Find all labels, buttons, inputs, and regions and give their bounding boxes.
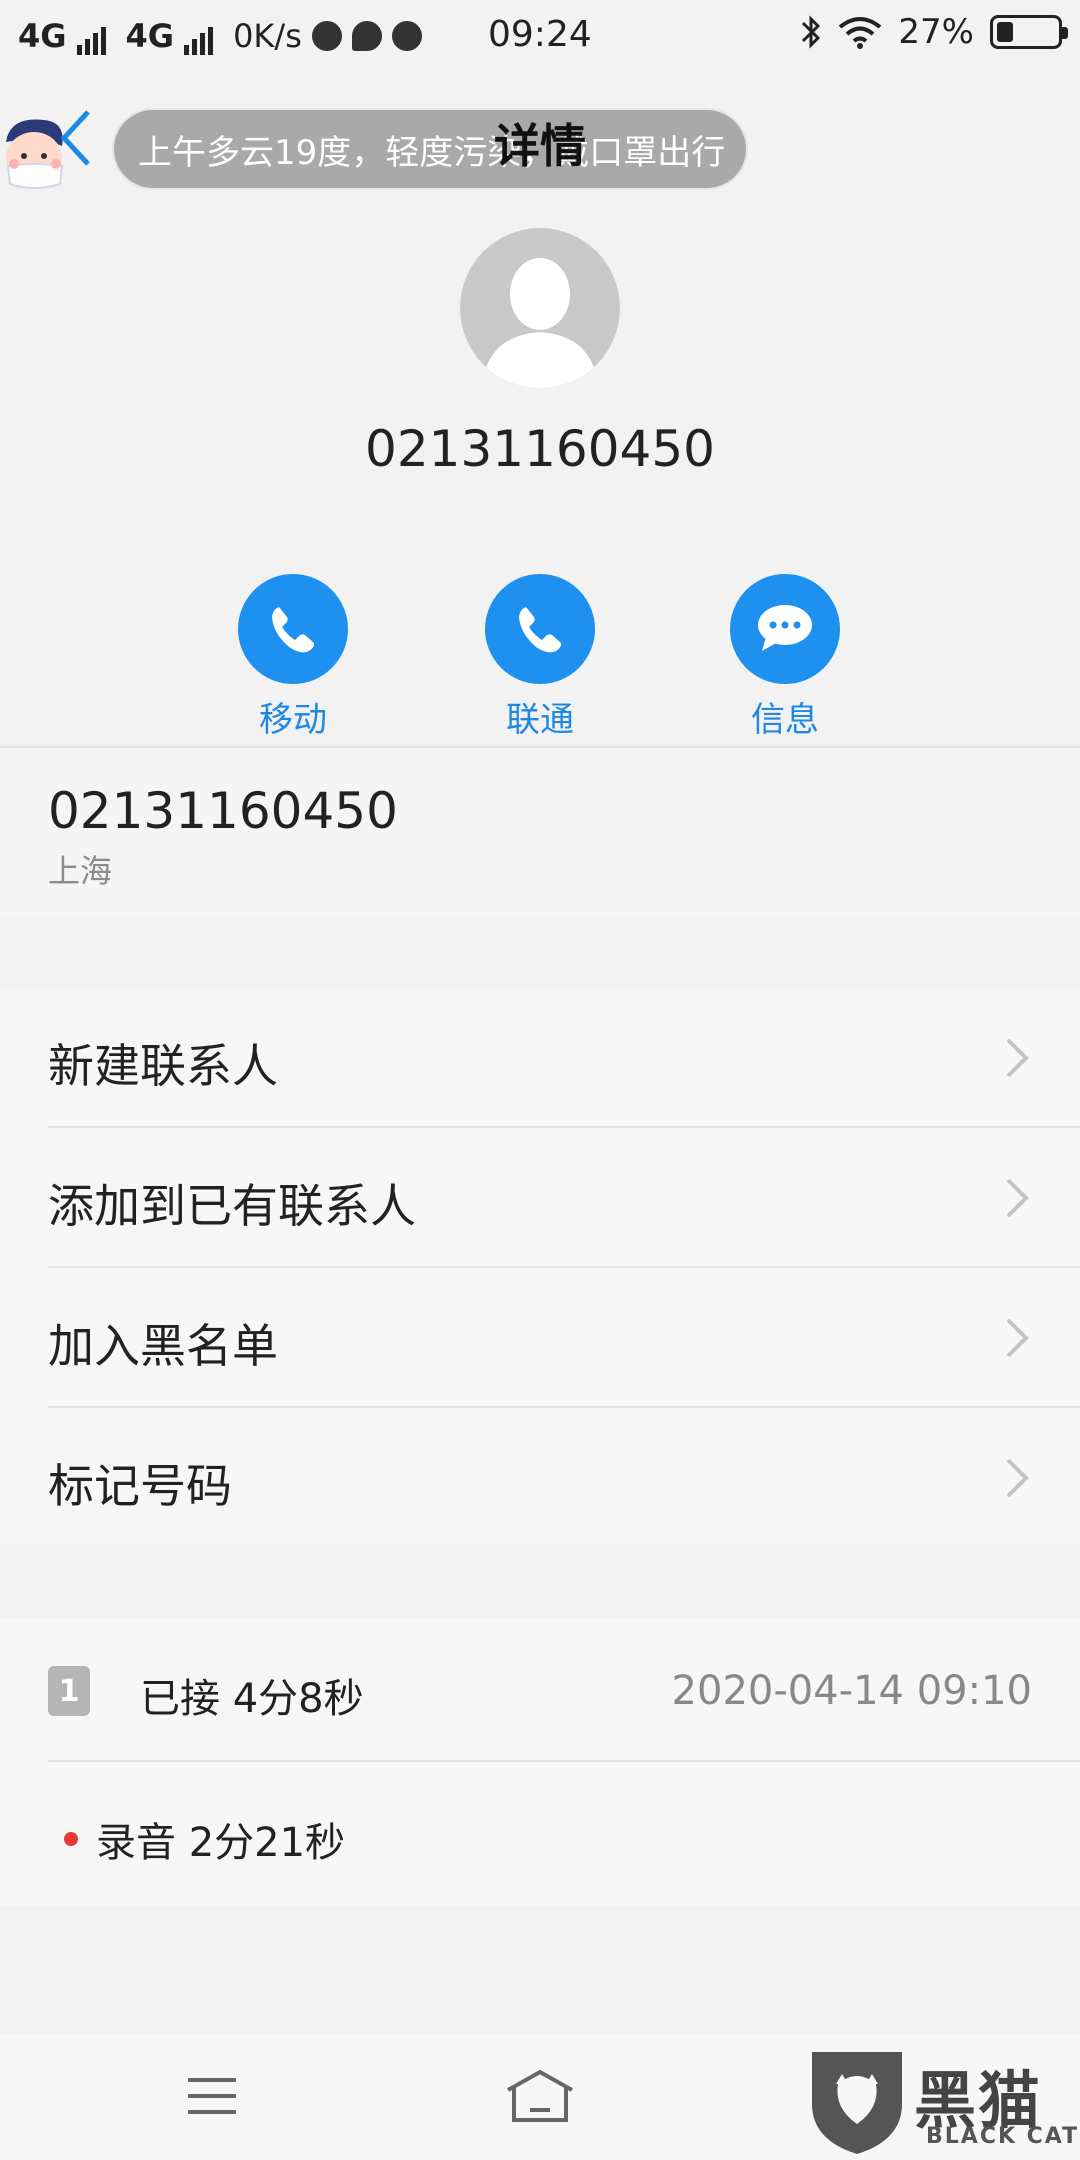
clock: 09:24 (488, 14, 592, 55)
chat-notification-icon (351, 21, 382, 51)
net-speed: 0K/s (233, 17, 302, 55)
home-icon[interactable] (504, 2068, 576, 2124)
status-left: 4G 4G 0K/s (18, 17, 422, 55)
menu-item-new-contact[interactable]: 新建联系人 (0, 988, 1080, 1128)
action-circle (730, 574, 840, 684)
signal-icon (184, 27, 214, 55)
call-log: 1 已接 4分8秒 2020-04-14 09:10 录音 2分21秒 (0, 1618, 1080, 1906)
action-label: 移动 (259, 700, 327, 740)
action-circle (238, 574, 348, 684)
call-unicom-button[interactable]: 联通 (460, 574, 620, 741)
network-2: 4G (126, 17, 214, 55)
contact-number: 02131160450 (365, 420, 715, 478)
sim-badge: 1 (48, 1666, 90, 1716)
navigation-bar: 黑猫 BLACK CAT (0, 2034, 1080, 2160)
action-label: 联通 (506, 700, 574, 740)
recording-dot (64, 1832, 78, 1846)
ball-notification-icon (391, 21, 422, 51)
chevron-right-icon (1006, 1038, 1029, 1078)
network-type-2: 4G (125, 17, 175, 55)
page-title: 详情 (494, 119, 586, 173)
status-bar: 4G 4G 0K/s 09:24 27% (0, 0, 1080, 72)
menu-icon[interactable] (186, 2074, 238, 2118)
cat-shield-icon (812, 2052, 902, 2154)
battery-percent: 27% (898, 12, 974, 52)
battery-fill (997, 22, 1013, 42)
menu-item-label: 加入黑名单 (48, 1319, 278, 1373)
bluetooth-icon (802, 15, 821, 49)
menu-item-label: 标记号码 (48, 1459, 232, 1513)
call-status: 已接 4分8秒 (140, 1676, 364, 1722)
number-info[interactable]: 02131160450 上海 (0, 748, 1080, 916)
action-circle (485, 574, 595, 684)
recording-item[interactable]: 录音 2分21秒 (96, 1810, 345, 1868)
options-list: 新建联系人 添加到已有联系人 加入黑名单 标记号码 (0, 988, 1080, 1544)
screen: 4G 4G 0K/s 09:24 27% 上午多云19度，轻度污染，戴口罩出行 … (0, 0, 1080, 2160)
wifi-icon (839, 17, 882, 49)
message-button[interactable]: 信息 (705, 574, 865, 741)
number-info-number: 02131160450 (48, 782, 398, 840)
chevron-right-icon (1006, 1178, 1029, 1218)
network-1: 4G (18, 17, 106, 55)
number-location: 上海 (48, 852, 113, 890)
battery-icon (990, 15, 1068, 49)
watermark-subtext: BLACK CAT (926, 2124, 1080, 2149)
black-cat-watermark: 黑猫 BLACK CAT (808, 2044, 1080, 2160)
menu-item-add-existing[interactable]: 添加到已有联系人 (0, 1128, 1080, 1268)
browser-notification-icon (311, 21, 342, 51)
menu-item-mark-number[interactable]: 标记号码 (0, 1408, 1080, 1548)
action-row: 移动 联通 信息 (0, 574, 1080, 740)
message-icon (758, 605, 812, 651)
network-type-1: 4G (18, 17, 67, 55)
phone-icon (272, 607, 315, 653)
menu-item-label: 新建联系人 (48, 1039, 278, 1093)
menu-item-blacklist[interactable]: 加入黑名单 (0, 1268, 1080, 1408)
chevron-right-icon (1006, 1318, 1029, 1358)
contact-avatar (460, 228, 620, 388)
chevron-right-icon (1006, 1458, 1029, 1498)
call-datetime: 2020-04-14 09:10 (671, 1668, 1032, 1714)
divider (48, 1760, 1080, 1762)
call-mobile-button[interactable]: 移动 (213, 574, 373, 741)
action-label: 信息 (751, 700, 819, 740)
status-right: 27% (800, 12, 1068, 52)
signal-icon (76, 27, 106, 55)
person-icon (482, 258, 598, 388)
phone-icon (519, 607, 562, 653)
menu-item-label: 添加到已有联系人 (48, 1179, 416, 1233)
